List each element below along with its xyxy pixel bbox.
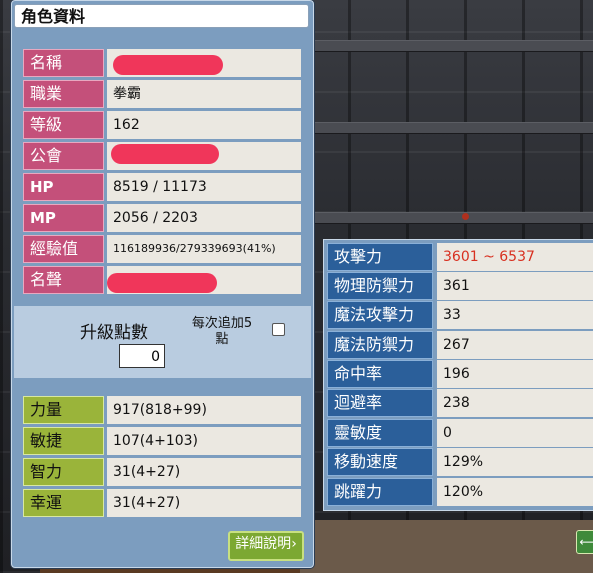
phys-def-value: 361 bbox=[437, 272, 593, 300]
redaction-mark bbox=[111, 144, 219, 164]
redaction-mark bbox=[113, 55, 223, 75]
magic-atk-value: 33 bbox=[437, 301, 593, 329]
str-label: 力量 bbox=[23, 396, 104, 424]
auto-assign-label-line1: 每次追加5 bbox=[191, 316, 253, 331]
exp-label: 經驗值 bbox=[23, 235, 104, 263]
dex-value: 107(4+103) bbox=[107, 427, 301, 455]
stat-row: 迴避率 238 bbox=[327, 389, 593, 417]
magic-def-label: 魔法防禦力 bbox=[327, 331, 433, 359]
phys-def-label: 物理防禦力 bbox=[327, 272, 433, 300]
fame-label: 名聲 bbox=[23, 266, 104, 294]
stat-row: 靈敏度 0 bbox=[327, 419, 593, 447]
auto-assign-label-line2: 點 bbox=[215, 332, 229, 347]
floor bbox=[300, 520, 593, 573]
str-row: 力量 917(818+99) bbox=[23, 396, 303, 424]
ap-value: 0 bbox=[119, 344, 165, 368]
hp-value: 8519 / 11173 bbox=[107, 173, 301, 201]
window-title: 角色資料 bbox=[14, 4, 309, 28]
speed-label: 移動速度 bbox=[327, 448, 433, 476]
luk-value: 31(4+27) bbox=[107, 489, 301, 517]
fame-row: 名聲 bbox=[23, 266, 303, 294]
ap-label: 升級點數 bbox=[80, 323, 148, 343]
ability-points-section: 升級點數 0 每次追加5 點 bbox=[14, 306, 311, 378]
mp-row: MP 2056 / 2203 bbox=[23, 204, 303, 232]
avoid-value: 238 bbox=[437, 389, 593, 417]
girder bbox=[300, 212, 593, 224]
mp-label: MP bbox=[23, 204, 104, 232]
stat-row: 跳躍力 120% bbox=[327, 478, 593, 506]
character-info-window: 角色資料 名稱 職業 拳霸 等級 162 公會 HP 8519 / 11173 … bbox=[11, 0, 314, 568]
stat-row: 魔法攻擊力 33 bbox=[327, 301, 593, 329]
guild-row: 公會 bbox=[23, 142, 303, 170]
dex-row: 敏捷 107(4+103) bbox=[23, 427, 303, 455]
job-row: 職業 拳霸 bbox=[23, 80, 303, 108]
marker bbox=[462, 213, 469, 220]
arrow-left-icon[interactable]: ⟵ bbox=[576, 530, 593, 554]
luk-row: 幸運 31(4+27) bbox=[23, 489, 303, 517]
mp-value: 2056 / 2203 bbox=[107, 204, 301, 232]
jump-value: 120% bbox=[437, 478, 593, 506]
job-label: 職業 bbox=[23, 80, 104, 108]
detail-button-label: 詳細說明 bbox=[235, 536, 292, 552]
guild-label: 公會 bbox=[23, 142, 104, 170]
girder bbox=[300, 40, 593, 52]
chevron-right-icon: › bbox=[291, 536, 297, 552]
stat-row: 魔法防禦力 267 bbox=[327, 331, 593, 359]
luk-label: 幸運 bbox=[23, 489, 104, 517]
accuracy-label: 命中率 bbox=[327, 360, 433, 388]
stat-row: 物理防禦力 361 bbox=[327, 272, 593, 300]
attack-value: 3601 ~ 6537 bbox=[437, 243, 593, 271]
detailed-stats-window: 攻擊力 3601 ~ 6537 物理防禦力 361 魔法攻擊力 33 魔法防禦力… bbox=[323, 239, 593, 511]
magic-def-value: 267 bbox=[437, 331, 593, 359]
stat-row: 移動速度 129% bbox=[327, 448, 593, 476]
level-row: 等級 162 bbox=[23, 111, 303, 139]
dexterity-label: 靈敏度 bbox=[327, 419, 433, 447]
level-value: 162 bbox=[107, 111, 301, 139]
attack-label: 攻擊力 bbox=[327, 243, 433, 271]
dex-label: 敏捷 bbox=[23, 427, 104, 455]
stat-row: 命中率 196 bbox=[327, 360, 593, 388]
avoid-label: 迴避率 bbox=[327, 389, 433, 417]
name-label: 名稱 bbox=[23, 49, 104, 77]
detail-button[interactable]: 詳細說明› bbox=[228, 531, 304, 561]
hp-row: HP 8519 / 11173 bbox=[23, 173, 303, 201]
level-label: 等級 bbox=[23, 111, 104, 139]
name-row: 名稱 bbox=[23, 49, 303, 77]
accuracy-value: 196 bbox=[437, 360, 593, 388]
auto-assign-label: 每次追加5 點 bbox=[182, 316, 262, 348]
girder bbox=[300, 122, 593, 134]
dexterity-value: 0 bbox=[437, 419, 593, 447]
exp-row: 經驗值 116189936/279339693(41%) bbox=[23, 235, 303, 263]
jump-label: 跳躍力 bbox=[327, 478, 433, 506]
stat-row: 攻擊力 3601 ~ 6537 bbox=[327, 243, 593, 271]
magic-atk-label: 魔法攻擊力 bbox=[327, 301, 433, 329]
int-row: 智力 31(4+27) bbox=[23, 458, 303, 486]
int-value: 31(4+27) bbox=[107, 458, 301, 486]
str-value: 917(818+99) bbox=[107, 396, 301, 424]
exp-value: 116189936/279339693(41%) bbox=[107, 235, 301, 263]
speed-value: 129% bbox=[437, 448, 593, 476]
auto-assign-checkbox[interactable] bbox=[272, 323, 285, 336]
job-value: 拳霸 bbox=[107, 80, 301, 108]
int-label: 智力 bbox=[23, 458, 104, 486]
hp-label: HP bbox=[23, 173, 104, 201]
redaction-mark bbox=[107, 273, 217, 293]
